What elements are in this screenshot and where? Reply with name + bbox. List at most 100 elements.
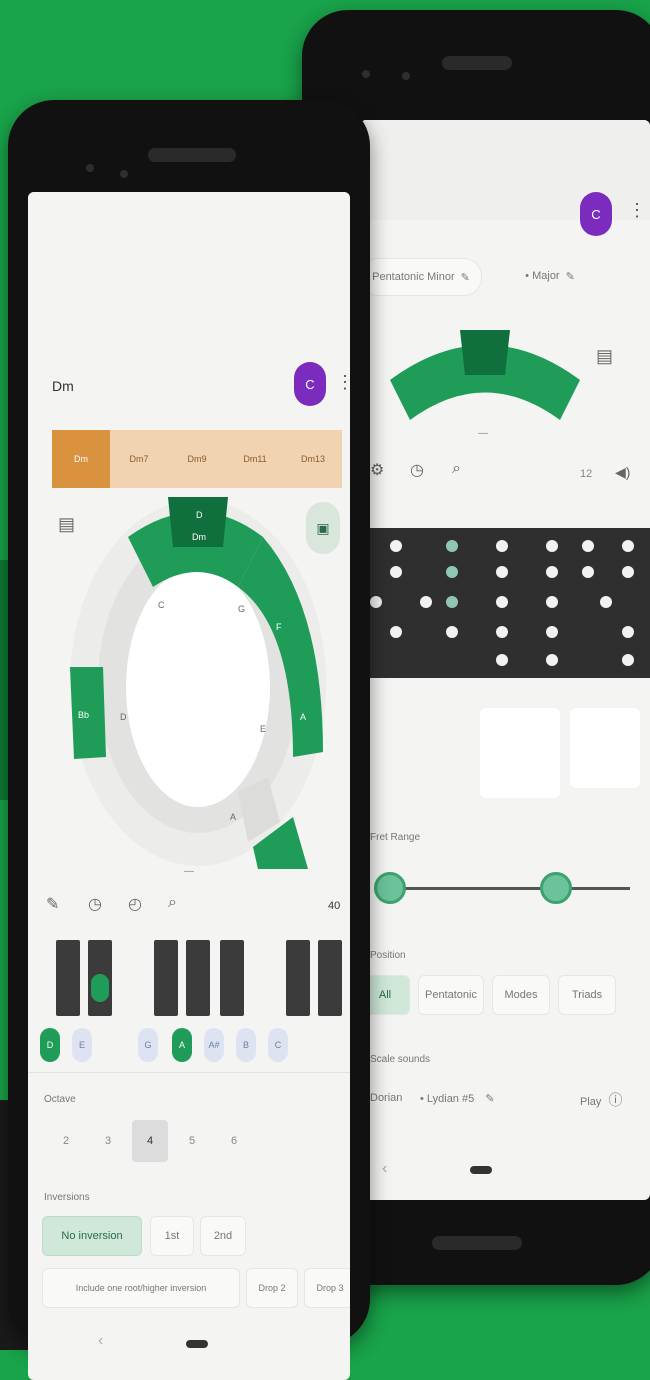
volume-icon[interactable]: ◀) <box>615 464 630 481</box>
fret-note[interactable] <box>496 596 508 608</box>
front-sensor <box>402 72 410 80</box>
black-key[interactable] <box>286 940 310 1016</box>
octave-label: Octave <box>44 1094 76 1105</box>
zoom-icon[interactable]: ⌕ <box>452 460 461 478</box>
metronome-icon[interactable]: ◷ <box>410 460 424 480</box>
timer-icon[interactable]: ◴ <box>128 894 142 914</box>
nav-home-icon[interactable] <box>470 1166 492 1174</box>
fretboard[interactable] <box>360 528 650 678</box>
tab-dm9[interactable]: Dm9 <box>168 430 226 488</box>
note-chip[interactable]: A <box>172 1028 192 1062</box>
fret-note[interactable] <box>546 596 558 608</box>
octave-option[interactable]: 5 <box>174 1120 210 1162</box>
black-key[interactable] <box>56 940 80 1016</box>
clipboard-icon[interactable]: ▤ <box>596 346 613 367</box>
fret-range-end-handle[interactable] <box>540 872 572 904</box>
inversion-chip-second[interactable]: 2nd <box>200 1216 246 1256</box>
overflow-menu-icon[interactable]: ⋮ <box>336 372 350 393</box>
bottom-speaker <box>432 1236 522 1250</box>
chord-diagram-2[interactable] <box>570 708 640 788</box>
edit-icon: ✎ <box>460 271 470 284</box>
black-key[interactable] <box>186 940 210 1016</box>
black-key[interactable] <box>154 940 178 1016</box>
octave-option[interactable]: 3 <box>90 1120 126 1162</box>
fret-note[interactable] <box>420 596 432 608</box>
fret-range-start-handle[interactable] <box>374 872 406 904</box>
fret-note[interactable] <box>390 566 402 578</box>
tab-dm[interactable]: Dm <box>52 430 110 488</box>
fret-note[interactable] <box>546 626 558 638</box>
fret-note[interactable] <box>446 566 458 578</box>
tab-dm13[interactable]: Dm13 <box>284 430 342 488</box>
drag-handle-icon[interactable]: — <box>184 866 194 877</box>
voicing-chip-root[interactable]: Include one root/higher inversion <box>42 1268 240 1308</box>
profile-avatar[interactable]: C <box>580 192 612 236</box>
fret-note[interactable] <box>446 626 458 638</box>
position-chip-modes[interactable]: Modes <box>492 975 550 1015</box>
scale-sound-dorian[interactable]: Dorian <box>370 1092 402 1104</box>
octave-option[interactable]: 2 <box>48 1120 84 1162</box>
note-chip[interactable]: E <box>72 1028 92 1062</box>
metronome-icon[interactable]: ◷ <box>88 894 102 914</box>
fret-note[interactable] <box>600 596 612 608</box>
fret-note[interactable] <box>582 566 594 578</box>
note-chip[interactable]: C <box>268 1028 288 1062</box>
note-chip[interactable]: G <box>138 1028 158 1062</box>
voicing-chip-drop3[interactable]: Drop 3 <box>304 1268 350 1308</box>
scale-sound-lydian[interactable]: • Lydian #5 ✎ <box>420 1092 495 1105</box>
key-title[interactable]: Dm <box>52 378 74 394</box>
piano-keyboard[interactable] <box>28 940 350 1020</box>
fret-note[interactable] <box>496 540 508 552</box>
nav-back-icon[interactable]: ‹ <box>98 1332 103 1350</box>
fret-note[interactable] <box>582 540 594 552</box>
voicing-chip-drop2[interactable]: Drop 2 <box>246 1268 298 1308</box>
fret-note[interactable] <box>390 540 402 552</box>
fret-note[interactable] <box>546 566 558 578</box>
brush-icon[interactable]: ✎ <box>46 894 59 914</box>
octave-option-selected[interactable]: 4 <box>132 1120 168 1162</box>
note-chip[interactable]: B <box>236 1028 256 1062</box>
circle-note: Bb <box>78 710 90 720</box>
profile-avatar[interactable]: C <box>294 362 326 406</box>
fret-note[interactable] <box>496 654 508 666</box>
fret-note[interactable] <box>622 654 634 666</box>
edit-icon: ✎ <box>565 270 575 283</box>
mode-chip[interactable]: • Major ✎ <box>500 258 600 294</box>
tab-dm11[interactable]: Dm11 <box>226 430 284 488</box>
app-bar <box>28 192 350 342</box>
scale-sound-lydian-label: Lydian #5 <box>426 1093 475 1105</box>
fret-note[interactable] <box>390 626 402 638</box>
drag-handle-icon[interactable]: — <box>478 428 488 439</box>
inversion-chip-none[interactable]: No inversion <box>42 1216 142 1256</box>
note-chip[interactable]: D <box>40 1028 60 1062</box>
fret-note[interactable] <box>622 626 634 638</box>
fret-note[interactable] <box>622 566 634 578</box>
octave-option[interactable]: 6 <box>216 1120 252 1162</box>
scale-chip[interactable]: Pentatonic Minor ✎ <box>360 258 482 296</box>
tab-dm7[interactable]: Dm7 <box>110 430 168 488</box>
fret-note[interactable] <box>496 626 508 638</box>
overflow-menu-icon[interactable]: ⋮ <box>628 200 646 221</box>
settings-icon[interactable]: ⚙ <box>370 460 384 480</box>
fret-note[interactable] <box>546 654 558 666</box>
zoom-icon[interactable]: ⌕ <box>168 894 177 912</box>
black-key[interactable] <box>220 940 244 1016</box>
play-button[interactable]: Play ⓘ <box>580 1090 622 1110</box>
inversion-chip-first[interactable]: 1st <box>150 1216 194 1256</box>
fret-note[interactable] <box>546 540 558 552</box>
position-chip-pentatonic[interactable]: Pentatonic <box>418 975 484 1015</box>
circle-of-fifths[interactable] <box>68 497 328 869</box>
fret-note[interactable] <box>496 566 508 578</box>
position-chip-triads[interactable]: Triads <box>558 975 616 1015</box>
fret-note[interactable] <box>446 596 458 608</box>
fret-note[interactable] <box>446 540 458 552</box>
circle-note: F <box>276 622 282 632</box>
note-chip[interactable]: A# <box>204 1028 224 1062</box>
nav-back-icon[interactable]: ‹ <box>382 1160 387 1178</box>
fret-note[interactable] <box>370 596 382 608</box>
nav-home-icon[interactable] <box>186 1340 208 1348</box>
fret-note[interactable] <box>622 540 634 552</box>
fret-range-track[interactable] <box>390 887 630 890</box>
chord-diagram-1[interactable] <box>480 708 560 798</box>
black-key[interactable] <box>318 940 342 1016</box>
